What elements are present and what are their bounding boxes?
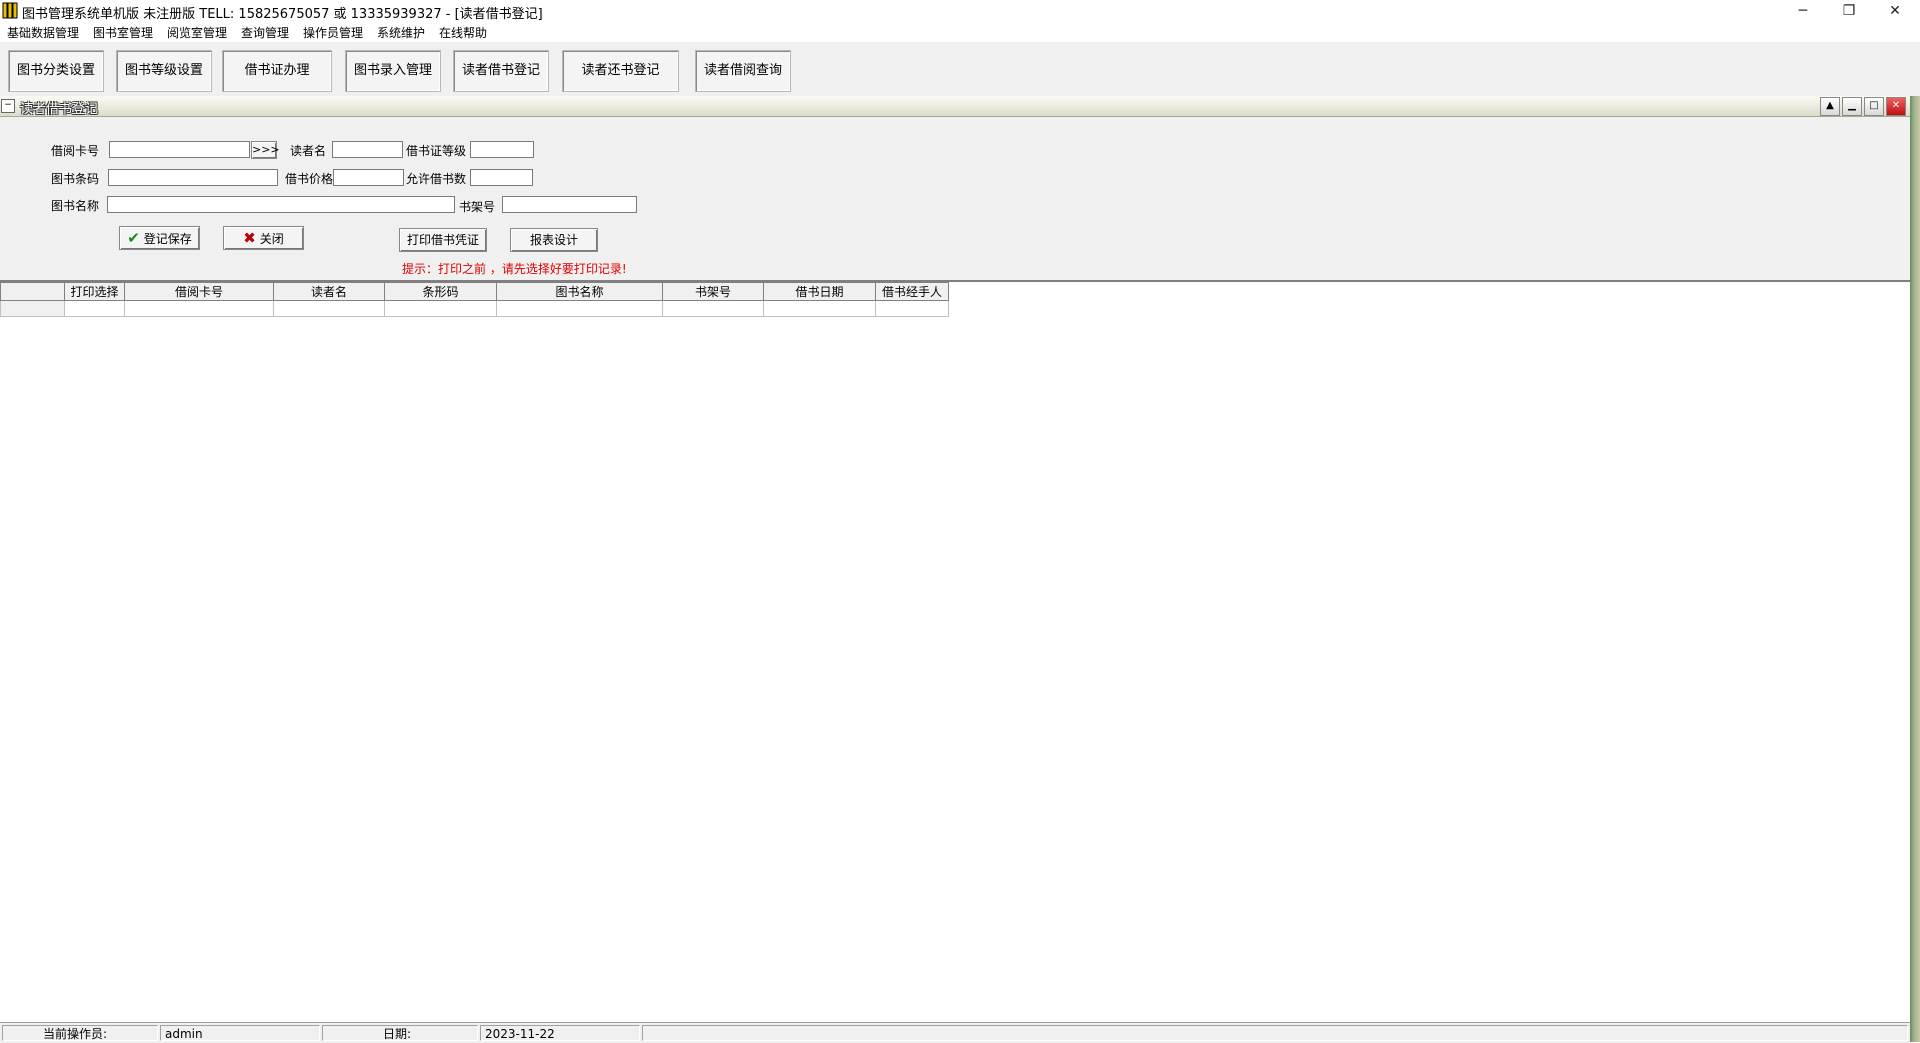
check-icon: ✔ xyxy=(127,229,140,247)
col-handler[interactable]: 借书经手人 xyxy=(875,282,949,301)
book-level-button[interactable]: 图书等级设置 xyxy=(116,50,212,92)
print-voucher-button[interactable]: 打印借书凭证 xyxy=(399,228,487,252)
operator-label: 当前操作员: xyxy=(2,1025,158,1041)
date-label: 日期: xyxy=(322,1025,478,1041)
close-x-icon: ✖ xyxy=(243,229,256,247)
cell-reader-name[interactable] xyxy=(273,300,385,317)
save-button[interactable]: ✔ 登记保存 xyxy=(119,226,200,250)
row-header[interactable] xyxy=(0,300,65,317)
borrow-form: 借阅卡号 >>> 读者名 借书证等级 图书条码 借书价格 允许借书数 图书名称 … xyxy=(0,117,1910,280)
menu-bar: 基础数据管理 图书室管理 阅览室管理 查询管理 操作员管理 系统维护 在线帮助 xyxy=(0,22,1920,42)
restore-button[interactable]: ❐ xyxy=(1826,0,1872,22)
borrow-query-button[interactable]: 读者借阅查询 xyxy=(695,50,791,92)
minimize-button[interactable]: ─ xyxy=(1780,0,1826,22)
collapse-button[interactable]: ▲ xyxy=(1820,97,1840,116)
cell-book-name[interactable] xyxy=(496,300,663,317)
status-empty-panel xyxy=(642,1025,1908,1041)
cell-barcode[interactable] xyxy=(384,300,497,317)
menu-query[interactable]: 查询管理 xyxy=(241,24,289,41)
title-bar: 图书管理系统单机版 未注册版 TELL: 15825675057 或 13335… xyxy=(0,0,1920,22)
child-maximize-button[interactable]: □ xyxy=(1864,97,1884,116)
close-window-button[interactable]: ✕ xyxy=(1872,0,1918,22)
table-row[interactable] xyxy=(0,300,949,317)
toolbar: 图书分类设置 图书等级设置 借书证办理 图书录入管理 读者借书登记 读者还书登记… xyxy=(0,42,1920,97)
cell-card-number[interactable] xyxy=(124,300,274,317)
return-register-button[interactable]: 读者还书登记 xyxy=(562,50,679,92)
background-wallpaper-strip xyxy=(1910,96,1920,1042)
menu-basic-data[interactable]: 基础数据管理 xyxy=(7,24,79,41)
table-header-row: 打印选择 借阅卡号 读者名 条形码 图书名称 书架号 借书日期 借书经手人 xyxy=(0,282,949,301)
cell-print-select[interactable] xyxy=(64,300,125,317)
cell-handler[interactable] xyxy=(875,300,949,317)
child-minimize-button[interactable]: ▁ xyxy=(1842,97,1862,116)
price-label: 借书价格 xyxy=(285,172,334,186)
bookname-input[interactable] xyxy=(107,196,455,213)
app-books-icon xyxy=(2,2,18,19)
col-print-select[interactable]: 打印选择 xyxy=(64,282,125,301)
menu-operator[interactable]: 操作员管理 xyxy=(303,24,363,41)
card-label: 借阅卡号 xyxy=(51,144,100,158)
reader-label: 读者名 xyxy=(290,144,327,158)
bookname-label: 图书名称 xyxy=(51,199,100,213)
cell-shelf[interactable] xyxy=(662,300,764,317)
date-value: 2023-11-22 xyxy=(480,1025,640,1041)
borrow-register-button[interactable]: 读者借书登记 xyxy=(453,50,549,92)
child-window-title: 读者借书登记 xyxy=(20,102,99,117)
cell-borrow-date[interactable] xyxy=(763,300,876,317)
borrow-records-table: 打印选择 借阅卡号 读者名 条形码 图书名称 书架号 借书日期 借书经手人 xyxy=(0,282,949,317)
status-bar: 当前操作员: admin 日期: 2023-11-22 xyxy=(0,1022,1910,1043)
card-level-input[interactable] xyxy=(470,141,534,158)
close-button-label: 关闭 xyxy=(259,232,284,246)
library-card-button[interactable]: 借书证办理 xyxy=(222,50,332,92)
col-borrow-date[interactable]: 借书日期 xyxy=(763,282,876,301)
borrow-grid-area: 打印选择 借阅卡号 读者名 条形码 图书名称 书架号 借书日期 借书经手人 xyxy=(0,280,1910,1024)
system-menu-icon[interactable]: − xyxy=(1,99,15,113)
col-card-number[interactable]: 借阅卡号 xyxy=(124,282,274,301)
save-button-label: 登记保存 xyxy=(143,232,192,246)
menu-online-help[interactable]: 在线帮助 xyxy=(439,24,487,41)
book-category-button[interactable]: 图书分类设置 xyxy=(8,50,104,92)
print-hint: 提示：打印之前 ，请先选择好要打印记录! xyxy=(402,262,627,276)
card-level-label: 借书证等级 xyxy=(406,144,467,158)
shelf-input[interactable] xyxy=(502,196,637,213)
col-shelf[interactable]: 书架号 xyxy=(662,282,764,301)
col-reader-name[interactable]: 读者名 xyxy=(273,282,385,301)
reader-name-input[interactable] xyxy=(332,141,403,158)
allowed-count-input[interactable] xyxy=(470,169,533,186)
card-lookup-button[interactable]: >>> xyxy=(251,141,280,159)
window-title: 图书管理系统单机版 未注册版 TELL: 15825675057 或 13335… xyxy=(22,7,543,22)
report-design-button[interactable]: 报表设计 xyxy=(510,228,598,252)
close-button[interactable]: ✖ 关闭 xyxy=(223,226,304,250)
shelf-label: 书架号 xyxy=(459,200,496,214)
price-input[interactable] xyxy=(333,169,404,186)
menu-maintenance[interactable]: 系统维护 xyxy=(377,24,425,41)
child-close-button[interactable]: ✕ xyxy=(1886,97,1906,116)
barcode-label: 图书条码 xyxy=(51,172,100,186)
menu-reading-room[interactable]: 阅览室管理 xyxy=(167,24,227,41)
menu-library-room[interactable]: 图书室管理 xyxy=(93,24,153,41)
col-barcode[interactable]: 条形码 xyxy=(384,282,497,301)
allowed-label: 允许借书数 xyxy=(406,172,467,186)
child-window-caption: − 读者借书登记 ▲ ▁ □ ✕ xyxy=(0,96,1910,117)
book-entry-button[interactable]: 图书录入管理 xyxy=(345,50,441,92)
col-book-name[interactable]: 图书名称 xyxy=(496,282,663,301)
corner-cell xyxy=(0,282,65,301)
operator-value: admin xyxy=(160,1025,320,1041)
barcode-input[interactable] xyxy=(108,169,278,186)
card-number-input[interactable] xyxy=(109,141,250,158)
